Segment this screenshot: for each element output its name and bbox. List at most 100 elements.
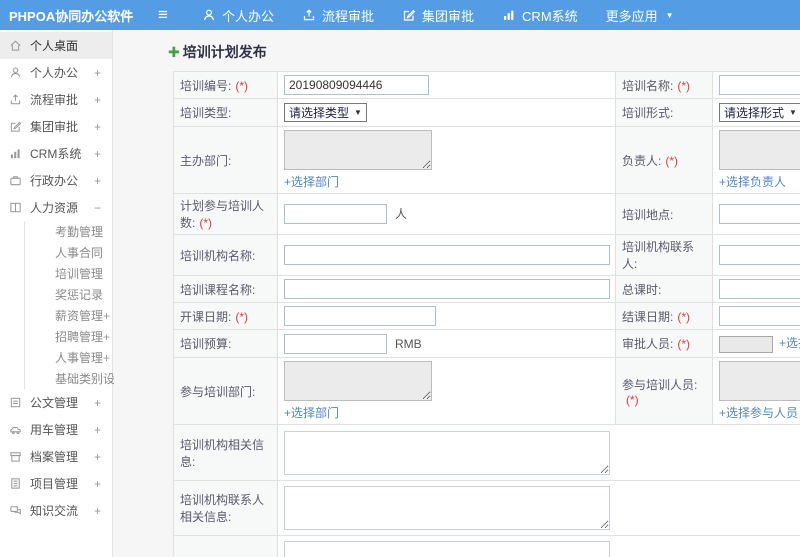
- planned-count-label: 计划参与培训人数: (*): [173, 193, 278, 235]
- training-number-label: 培训编号: (*): [173, 71, 278, 99]
- training-type-select[interactable]: 请选择类型 ▼: [284, 103, 367, 122]
- caret-down-icon: ▼: [354, 108, 362, 117]
- expand-plus-icon[interactable]: +: [94, 147, 101, 161]
- start-date-input[interactable]: [284, 306, 436, 326]
- approver-label: 审批人员: (*): [615, 329, 713, 358]
- book-icon: [9, 201, 23, 215]
- planned-count-input[interactable]: [284, 204, 387, 224]
- expand-plus-icon[interactable]: +: [94, 450, 101, 464]
- sidebar-subitem-training[interactable]: 培训管理: [25, 263, 112, 284]
- course-name-input[interactable]: [284, 279, 610, 299]
- sidebar-item-knowledge-exchange[interactable]: 知识交流 +: [0, 497, 112, 524]
- join-dept-textarea[interactable]: [284, 361, 432, 401]
- approver-input[interactable]: [719, 335, 773, 353]
- expand-plus-icon[interactable]: +: [94, 93, 101, 107]
- sidebar-subitem-base-category[interactable]: 基础类别设置+: [25, 368, 134, 389]
- sidebar-item-vehicle-mgmt[interactable]: 用车管理 +: [0, 416, 112, 443]
- org-contact-input[interactable]: [719, 245, 800, 265]
- select-leader-link[interactable]: +选择负责人: [719, 173, 786, 190]
- expand-plus-icon[interactable]: +: [103, 351, 110, 365]
- topnav-more-apps[interactable]: 更多应用 ▼: [592, 0, 688, 30]
- expand-plus-icon[interactable]: +: [103, 309, 110, 323]
- budget-input[interactable]: [284, 333, 387, 354]
- org-name-input[interactable]: [284, 245, 610, 265]
- sidebar-item-label: 流程审批: [30, 93, 79, 107]
- hamburger-menu-icon[interactable]: ≡: [146, 0, 180, 30]
- sidebar-item-document-mgmt[interactable]: 公文管理 +: [0, 389, 112, 416]
- sidebar-item-crm-system[interactable]: CRM系统 +: [0, 140, 112, 167]
- expand-plus-icon[interactable]: +: [103, 330, 110, 344]
- expand-plus-icon[interactable]: +: [94, 174, 101, 188]
- topnav-workflow-approval[interactable]: 流程审批: [288, 0, 388, 30]
- leader-textarea[interactable]: [719, 130, 800, 170]
- required-mark: (*): [677, 309, 691, 324]
- sidebar-item-label: 公文管理: [30, 396, 79, 410]
- sidebar-subitem-attendance[interactable]: 考勤管理: [25, 221, 112, 242]
- location-input[interactable]: [719, 204, 800, 224]
- sidebar-item-label: 行政办公: [30, 174, 79, 188]
- expand-plus-icon[interactable]: +: [94, 477, 101, 491]
- topnav-personal-office[interactable]: 个人办公: [188, 0, 288, 30]
- org-contact-label: 培训机构联系人:: [615, 234, 713, 276]
- user-icon: [204, 9, 214, 21]
- sidebar-item-personal-desktop[interactable]: 个人桌面: [0, 32, 112, 59]
- sidebar-item-label: 个人办公: [30, 66, 79, 80]
- host-dept-label: 主办部门:: [173, 126, 278, 194]
- sidebar-item-label: 知识交流: [30, 504, 79, 518]
- select-approver-link[interactable]: +选择审批人员: [779, 334, 800, 351]
- topnav-crm-system[interactable]: CRM系统: [488, 0, 592, 30]
- sidebar-item-project-mgmt[interactable]: 项目管理 +: [0, 470, 112, 497]
- car-icon: [9, 423, 23, 437]
- org-name-label: 培训机构名称:: [173, 234, 278, 276]
- sidebar-subitem-label: 招聘管理: [55, 330, 104, 344]
- sidebar-item-archive-mgmt[interactable]: 档案管理 +: [0, 443, 112, 470]
- training-name-label: 培训名称: (*): [615, 71, 713, 99]
- org-info-textarea[interactable]: [284, 430, 610, 475]
- form-row-course-hours: 培训课程名称: 总课时:: [173, 275, 800, 303]
- topnav-label: 个人办公: [222, 8, 275, 24]
- sidebar-item-label: 个人桌面: [30, 39, 79, 53]
- collapse-minus-icon[interactable]: −: [94, 201, 101, 215]
- training-name-input[interactable]: [719, 75, 800, 95]
- expand-plus-icon[interactable]: +: [94, 396, 101, 410]
- topnav-group-approval[interactable]: 集团审批: [388, 0, 488, 30]
- total-hours-input[interactable]: [719, 279, 800, 299]
- expand-plus-icon[interactable]: +: [94, 120, 101, 134]
- expand-plus-icon[interactable]: +: [94, 66, 101, 80]
- form-row-org-contact-info: 培训机构联系人相关信息:: [173, 480, 800, 536]
- leader-label: 负责人: (*): [615, 126, 713, 194]
- join-member-textarea[interactable]: [719, 361, 800, 401]
- expand-plus-icon[interactable]: +: [94, 423, 101, 437]
- sidebar-subitem-label: 考勤管理: [55, 225, 104, 239]
- org-contact-info-textarea[interactable]: [284, 486, 610, 530]
- sidebar-subitem-salary[interactable]: 薪资管理 +: [25, 305, 112, 326]
- sidebar-item-workflow-approval[interactable]: 流程审批 +: [0, 86, 112, 113]
- sidebar-subitem-personnel[interactable]: 人事管理 +: [25, 347, 112, 368]
- sidebar-item-group-approval[interactable]: 集团审批 +: [0, 113, 112, 140]
- sidebar-item-admin-office[interactable]: 行政办公 +: [0, 167, 112, 194]
- count-unit: 人: [395, 207, 408, 221]
- sidebar-subitem-recruit[interactable]: 招聘管理 +: [25, 326, 112, 347]
- sidebar-subitem-reward-punish[interactable]: 奖惩记录: [25, 284, 112, 305]
- training-type-label: 培训类型:: [173, 98, 278, 127]
- expand-plus-icon[interactable]: +: [94, 504, 101, 518]
- select-join-dept-link[interactable]: +选择部门: [284, 404, 339, 421]
- required-mark: (*): [235, 78, 249, 93]
- form-row-budget-approver: 培训预算: RMB 审批人员:(*) +选择审批人员: [173, 329, 800, 358]
- budget-unit: RMB: [395, 336, 422, 351]
- home-icon: [9, 39, 23, 53]
- sidebar-subitem-hr-contract[interactable]: 人事合同: [25, 242, 112, 263]
- host-dept-textarea[interactable]: [284, 130, 432, 170]
- end-date-input[interactable]: [719, 306, 800, 326]
- form-row-hostdept-leader: 主办部门: +选择部门 负责人: (*) +选择负责人: [173, 126, 800, 194]
- training-formtype-select[interactable]: 请选择形式 ▼: [719, 103, 800, 122]
- sidebar-item-personal-office[interactable]: 个人办公 +: [0, 59, 112, 86]
- sidebar-item-label: 人力资源: [30, 201, 79, 215]
- sidebar-subitem-label: 人事合同: [55, 246, 104, 260]
- training-number-input[interactable]: [284, 75, 429, 95]
- select-dept-link[interactable]: +选择部门: [284, 173, 339, 190]
- sidebar-item-hr[interactable]: 人力资源 −: [0, 194, 112, 221]
- select-join-member-link[interactable]: +选择参与人员: [719, 404, 798, 421]
- end-date-label: 结课日期: (*): [615, 302, 713, 330]
- requirements-textarea[interactable]: [284, 541, 610, 557]
